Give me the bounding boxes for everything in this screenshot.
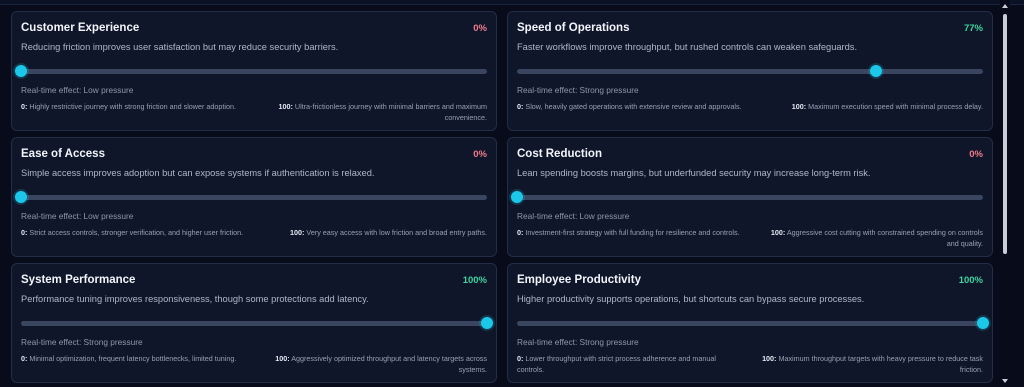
- scale-max-description: 100: Maximum execution speed with minima…: [791, 102, 983, 111]
- slider-track[interactable]: [517, 321, 983, 326]
- card-title: Speed of Operations: [517, 22, 630, 34]
- slider-card-grid: Customer Experience 0% Reducing friction…: [11, 11, 999, 383]
- percent-value: 100%: [462, 275, 487, 286]
- scale-min-description: 0: Strict access controls, stronger veri…: [21, 228, 244, 237]
- card-description: Higher productivity supports operations,…: [517, 294, 865, 304]
- card-description: Reducing friction improves user satisfac…: [21, 42, 339, 52]
- card-speed-of-operations: Speed of Operations 77% Faster workflows…: [507, 11, 993, 131]
- realtime-effect: Real-time effect: Low pressure: [21, 85, 134, 95]
- scroll-thumb[interactable]: [1003, 14, 1007, 254]
- slider-handle[interactable]: [511, 191, 523, 203]
- percent-value: 100%: [958, 275, 983, 286]
- card-employee-productivity: Employee Productivity 100% Higher produc…: [507, 263, 993, 383]
- scale-min-description: 0: Investment-first strategy with full f…: [517, 228, 740, 237]
- slider-track[interactable]: [21, 321, 487, 326]
- top-bar: [0, 0, 1024, 5]
- realtime-effect: Real-time effect: Low pressure: [517, 211, 630, 221]
- percent-value: 77%: [963, 23, 983, 34]
- card-title: Customer Experience: [21, 22, 140, 34]
- scale-max-description: 100: Ultra-frictionless journey with min…: [278, 102, 487, 122]
- scale-legend: 0: Lower throughput with strict process …: [517, 353, 983, 375]
- card-title: Employee Productivity: [517, 274, 641, 286]
- scroll-down-icon[interactable]: [1002, 379, 1008, 383]
- slider-handle[interactable]: [481, 317, 493, 329]
- slider-handle[interactable]: [977, 317, 989, 329]
- scale-legend: 0: Highly restrictive journey with stron…: [21, 101, 487, 123]
- slider-handle[interactable]: [15, 191, 27, 203]
- realtime-effect: Real-time effect: Strong pressure: [21, 337, 143, 347]
- card-description: Lean spending boosts margins, but underf…: [517, 168, 871, 178]
- scale-legend: 0: Strict access controls, stronger veri…: [21, 227, 487, 238]
- slider-handle[interactable]: [869, 65, 882, 77]
- card-ease-of-access: Ease of Access 0% Simple access improves…: [11, 137, 497, 257]
- slider-track[interactable]: [517, 69, 983, 74]
- card-title: System Performance: [21, 274, 136, 286]
- vertical-scrollbar[interactable]: [1000, 0, 1010, 387]
- card-description: Simple access improves adoption but can …: [21, 168, 375, 178]
- percent-value: 0%: [473, 23, 487, 34]
- scale-min-description: 0: Slow, heavily gated operations with e…: [517, 102, 742, 111]
- scale-max-description: 100: Very easy access with low friction …: [290, 228, 487, 237]
- realtime-effect: Real-time effect: Strong pressure: [517, 337, 639, 347]
- scale-legend: 0: Minimal optimization, frequent latenc…: [21, 353, 487, 375]
- card-customer-experience: Customer Experience 0% Reducing friction…: [11, 11, 497, 131]
- card-title: Ease of Access: [21, 148, 105, 160]
- slider-track[interactable]: [517, 195, 983, 200]
- card-description: Performance tuning improves responsivene…: [21, 294, 369, 304]
- slider-track[interactable]: [21, 195, 487, 200]
- scale-legend: 0: Slow, heavily gated operations with e…: [517, 101, 983, 112]
- realtime-effect: Real-time effect: Low pressure: [21, 211, 134, 221]
- scale-min-description: 0: Lower throughput with strict process …: [517, 354, 716, 374]
- scale-max-description: 100: Aggressively optimized throughput a…: [275, 354, 487, 374]
- scale-max-description: 100: Aggressive cost cutting with constr…: [770, 228, 983, 248]
- slider-handle[interactable]: [15, 65, 27, 77]
- scale-legend: 0: Investment-first strategy with full f…: [517, 227, 983, 249]
- scale-min-description: 0: Minimal optimization, frequent latenc…: [21, 354, 237, 363]
- card-cost-reduction: Cost Reduction 0% Lean spending boosts m…: [507, 137, 993, 257]
- card-title: Cost Reduction: [517, 148, 602, 160]
- realtime-effect: Real-time effect: Strong pressure: [517, 85, 639, 95]
- percent-value: 0%: [473, 149, 487, 160]
- scroll-up-icon[interactable]: [1002, 4, 1008, 8]
- card-description: Faster workflows improve throughput, but…: [517, 42, 858, 52]
- percent-value: 0%: [969, 149, 983, 160]
- scale-min-description: 0: Highly restrictive journey with stron…: [21, 102, 236, 111]
- card-system-performance: System Performance 100% Performance tuni…: [11, 263, 497, 383]
- scale-max-description: 100: Maximum throughput targets with hea…: [762, 354, 983, 374]
- slider-track[interactable]: [21, 69, 487, 74]
